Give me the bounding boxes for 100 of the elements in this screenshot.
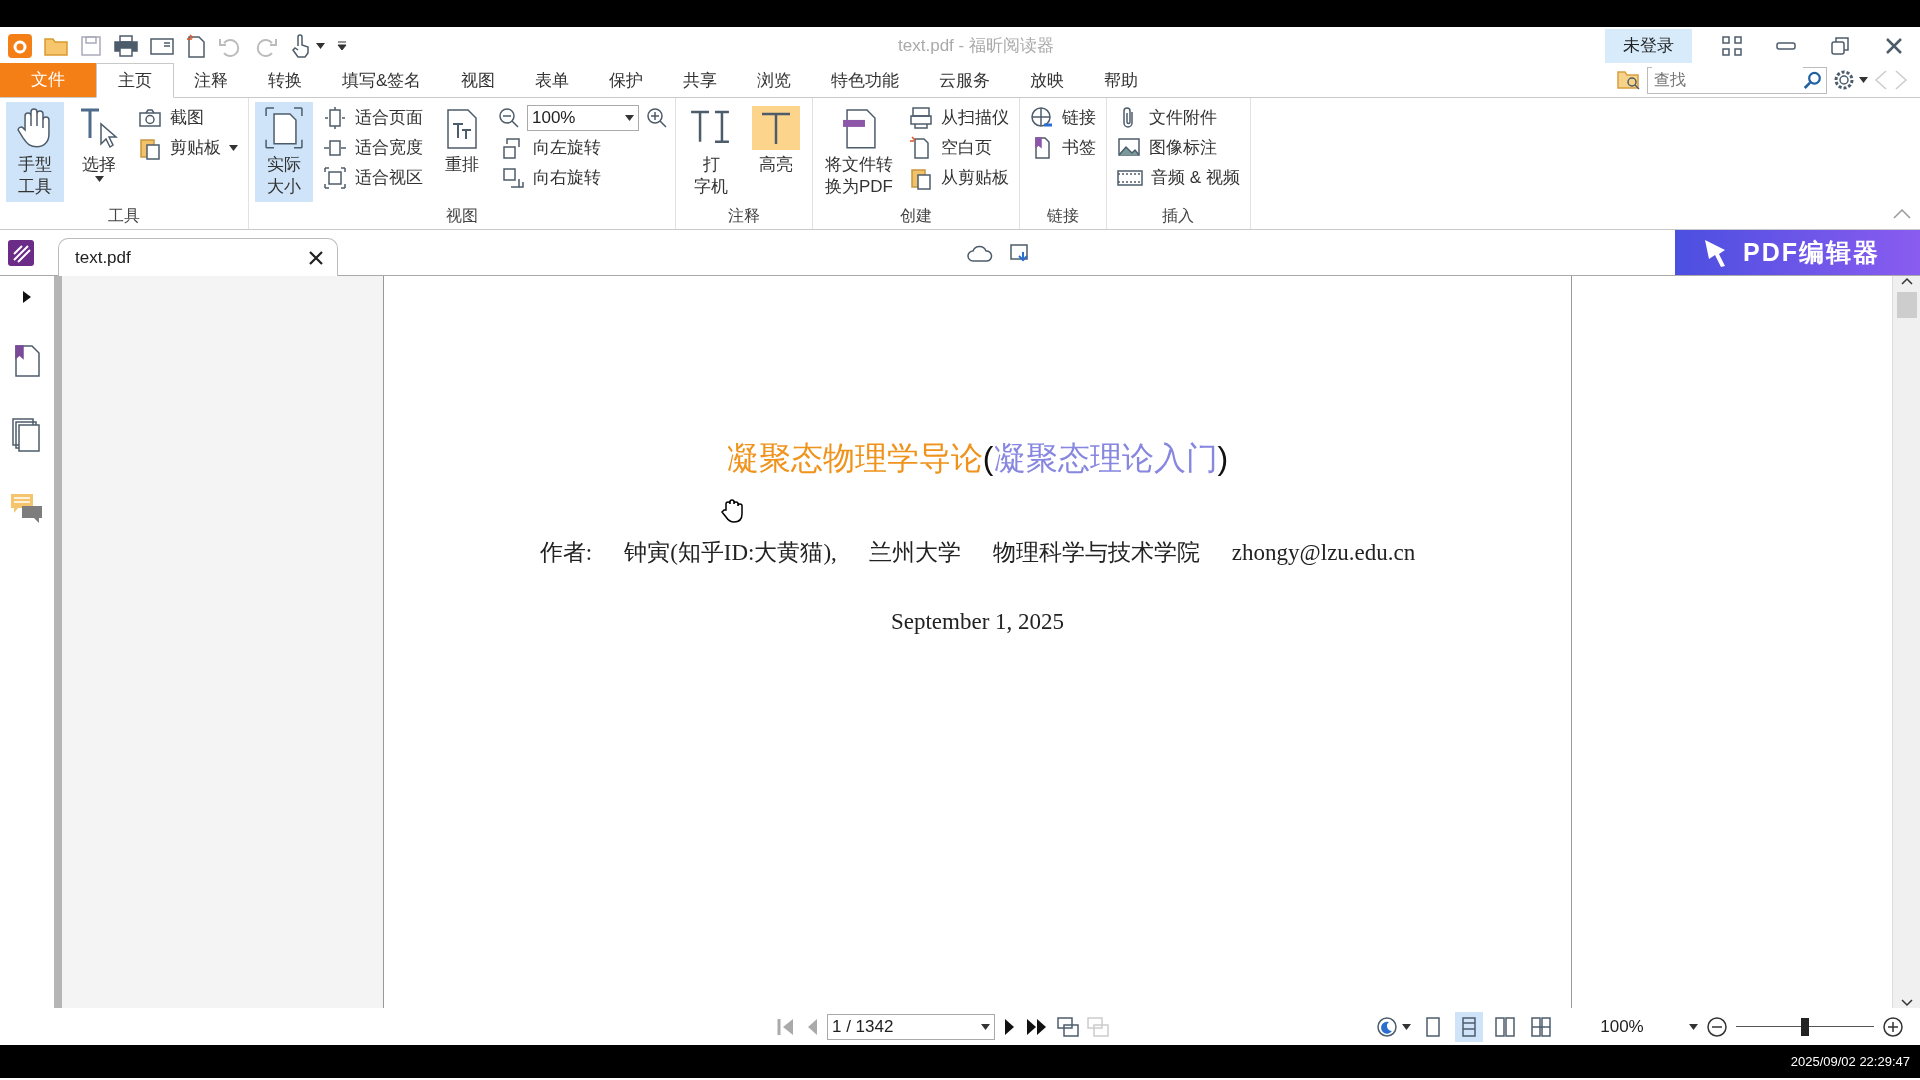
ribbon-button[interactable]: 从扫描仪 xyxy=(905,104,1013,132)
ribbon-button[interactable]: 链接 xyxy=(1026,104,1100,132)
date-text: September 1, 2025 xyxy=(890,608,1065,634)
two-page-continuous-icon xyxy=(1531,1016,1551,1039)
camera-icon xyxy=(138,108,162,128)
group-label: 视图 xyxy=(446,207,478,224)
text-select-icon xyxy=(79,106,119,150)
ribbon-button[interactable]: 打 字机 xyxy=(682,102,740,202)
pages-icon[interactable] xyxy=(12,418,42,452)
page-transfer-icon[interactable] xyxy=(1057,1015,1079,1038)
menu-tab[interactable]: 保护 xyxy=(589,64,664,97)
page-number-field[interactable]: 1 / 1342 xyxy=(827,1013,995,1040)
caret-icon xyxy=(229,145,238,151)
menu-tab[interactable]: 帮助 xyxy=(1084,64,1159,97)
menu-tab[interactable]: 注释 xyxy=(174,64,248,97)
menu-tab[interactable]: 转换 xyxy=(248,64,322,97)
menu-tab[interactable]: 主页 xyxy=(96,63,174,98)
ribbon-button[interactable]: 高亮 xyxy=(746,102,806,202)
zoom-out-icon[interactable] xyxy=(1706,1015,1728,1038)
scroll-down-icon[interactable] xyxy=(1899,998,1914,1008)
zoom-in-icon[interactable] xyxy=(645,106,669,130)
ribbon-button[interactable]: 适合宽度 xyxy=(319,134,427,162)
page-icon xyxy=(264,106,304,150)
zoom-combo[interactable]: 100% xyxy=(527,105,639,131)
ribbon-button[interactable]: 从剪贴板 xyxy=(905,164,1013,192)
ribbon-button[interactable]: 将文件转 换为PDF xyxy=(819,102,899,202)
ribbon-button[interactable]: 向左旋转 xyxy=(497,134,669,162)
minimize-icon[interactable] xyxy=(1776,40,1796,51)
menu-tab[interactable]: 表单 xyxy=(515,64,590,97)
menu-tab[interactable]: 浏览 xyxy=(737,64,812,97)
app-logo-icon xyxy=(8,33,32,58)
collapse-ribbon-icon[interactable] xyxy=(1892,207,1912,220)
new-document-icon[interactable] xyxy=(186,33,206,58)
search-icon[interactable] xyxy=(1802,69,1822,91)
ribbon-button[interactable]: 图像标注 xyxy=(1113,134,1244,162)
menu-tab[interactable]: 共享 xyxy=(663,64,738,97)
ribbon-button[interactable]: 实际 大小 xyxy=(255,102,313,202)
search-field[interactable]: 查找 xyxy=(1647,66,1827,94)
caret-icon xyxy=(981,1023,990,1030)
ribbon-button[interactable]: 手型 工具 xyxy=(6,102,64,202)
scroll-thumb[interactable] xyxy=(1896,292,1917,318)
folder-search-icon[interactable] xyxy=(1617,69,1641,91)
title-text: ( xyxy=(982,440,994,476)
author-text: 兰州大学 xyxy=(868,539,961,567)
app-logo-icon xyxy=(8,239,34,266)
scroll-up-icon[interactable] xyxy=(1899,276,1914,286)
title-text: ) xyxy=(1217,440,1229,476)
view-mode-button[interactable] xyxy=(1455,1011,1483,1042)
menu-tab[interactable]: 特色功能 xyxy=(811,64,920,97)
pdf-editor-button[interactable]: PDF编辑器 xyxy=(1675,230,1920,275)
caret-icon xyxy=(94,176,104,183)
scrollbar[interactable] xyxy=(1892,276,1920,1008)
ribbon-button[interactable]: 书签 xyxy=(1026,134,1100,162)
caret-icon xyxy=(625,115,634,121)
ribbon-button[interactable]: 适合页面 xyxy=(319,104,427,132)
download-icon[interactable] xyxy=(1008,241,1031,264)
fit-area-icon xyxy=(323,166,347,190)
zoom-in-icon[interactable] xyxy=(1882,1015,1904,1038)
ribbon-button[interactable]: 重排 xyxy=(433,102,491,202)
zoom-value[interactable]: 100% xyxy=(1587,1013,1657,1040)
moon-icon[interactable] xyxy=(1376,1015,1398,1038)
bookmark-page-icon[interactable] xyxy=(13,344,41,378)
caret-icon xyxy=(1859,77,1868,83)
slider-thumb[interactable] xyxy=(1801,1017,1809,1036)
document-tab[interactable]: text.pdf xyxy=(58,238,338,276)
clipboard-icon xyxy=(138,136,162,160)
ribbon-button[interactable]: 音频 & 视频 xyxy=(1113,164,1244,192)
expand-arrow-icon[interactable] xyxy=(22,290,32,304)
customize-icon[interactable] xyxy=(337,40,347,51)
ribbon-button[interactable]: 截图 xyxy=(134,104,242,132)
ribbon-button[interactable]: 选择 xyxy=(70,102,128,202)
ribbon-button[interactable]: 适合视区 xyxy=(319,164,427,192)
gear-icon[interactable] xyxy=(1833,69,1855,91)
close-icon[interactable] xyxy=(309,250,323,265)
menu-tab[interactable]: 填写&签名 xyxy=(322,64,442,97)
clipboard-icon xyxy=(909,166,933,190)
group-label: 创建 xyxy=(900,207,932,224)
group-label: 注释 xyxy=(728,207,760,224)
ribbon-button[interactable]: 空白页 xyxy=(905,134,1013,162)
comments-icon[interactable] xyxy=(10,492,44,524)
print-icon[interactable] xyxy=(114,34,138,57)
close-icon[interactable] xyxy=(1884,35,1904,56)
ribbon-button[interactable]: 文件附件 xyxy=(1113,104,1244,132)
menu-tab[interactable]: 视图 xyxy=(441,64,516,97)
ribbon-button[interactable]: 向右旋转 xyxy=(497,164,669,192)
film-icon xyxy=(1117,168,1143,188)
group-label: 插入 xyxy=(1162,207,1195,224)
envelope-icon[interactable] xyxy=(150,35,174,56)
restore-icon[interactable] xyxy=(1830,35,1850,56)
title-text: 凝聚态理论入门 xyxy=(993,440,1218,476)
author-text: 作者: xyxy=(539,539,593,567)
menu-tab[interactable]: 放映 xyxy=(1010,64,1085,97)
ribbon-button[interactable]: 剪贴板 xyxy=(134,134,242,162)
fit-page-icon xyxy=(323,106,347,130)
login-button[interactable]: 未登录 xyxy=(1605,28,1692,63)
zoom-out-icon[interactable] xyxy=(497,106,521,130)
menu-tab[interactable]: 云服务 xyxy=(919,64,1011,97)
group-label: 链接 xyxy=(1047,207,1079,224)
single-page-icon xyxy=(1423,1016,1443,1039)
fullscreen-icon[interactable] xyxy=(1722,35,1742,56)
